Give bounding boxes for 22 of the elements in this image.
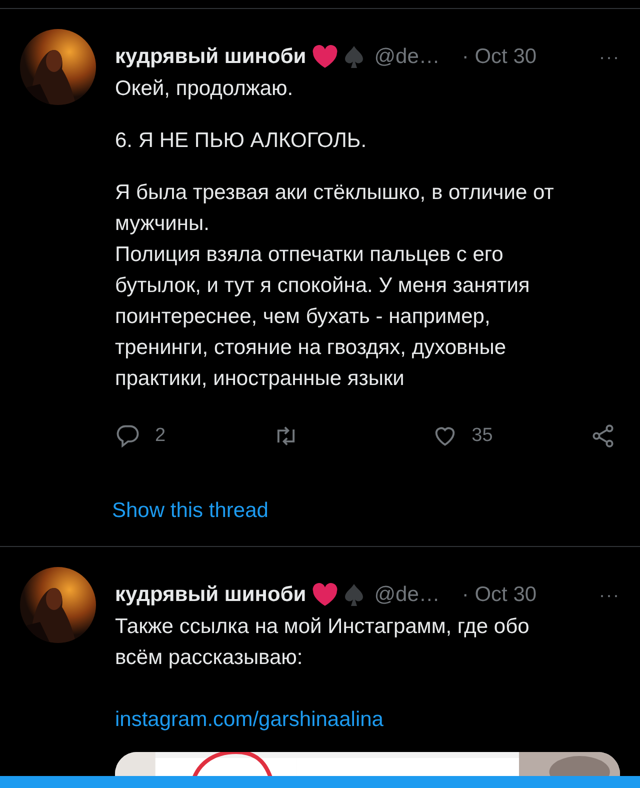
author-name[interactable]: кудрявый шиноби (115, 43, 306, 71)
link[interactable]: instagram.com/garshinaalina (115, 704, 384, 736)
tweet-text: 6. Я НЕ ПЬЮ АЛКОГОЛЬ. (115, 128, 368, 154)
show-thread-link[interactable]: Show this thread (112, 494, 268, 526)
spade-icon (344, 583, 364, 607)
spade-icon (344, 45, 364, 69)
reply-icon[interactable] (115, 423, 141, 450)
author-handle[interactable]: @de… (374, 581, 440, 609)
tweet-text: Также ссылка на мой Инстаграмм, где обо всём рассказываю: (115, 614, 530, 671)
author-handle[interactable]: @de… (374, 43, 440, 71)
tweet-text: Я была трезвая аки стёклышко, в отличие от мужчины. Полиция взяла отпечатки пальцев с его бутылок, и тут я спокойна. У меня занятия поинтереснее, чем бухать - например, тренинги, стояние на гвоздях, духовные практики, иностранные языки (115, 180, 555, 392)
author-name[interactable]: кудрявый шиноби (115, 581, 306, 609)
share-icon[interactable] (590, 423, 616, 450)
heart-icon (312, 583, 338, 607)
action-count: 35 (472, 424, 493, 448)
heart-icon (312, 45, 338, 69)
tweet-time[interactable]: · Oct 30 (462, 43, 537, 71)
tweet-time[interactable]: · Oct 30 (462, 581, 537, 609)
more-button[interactable]: ··· (599, 581, 620, 609)
action-count: 2 (155, 424, 166, 448)
more-button[interactable]: ··· (599, 43, 620, 71)
tweet-text: Окей, продолжаю. (115, 76, 294, 102)
